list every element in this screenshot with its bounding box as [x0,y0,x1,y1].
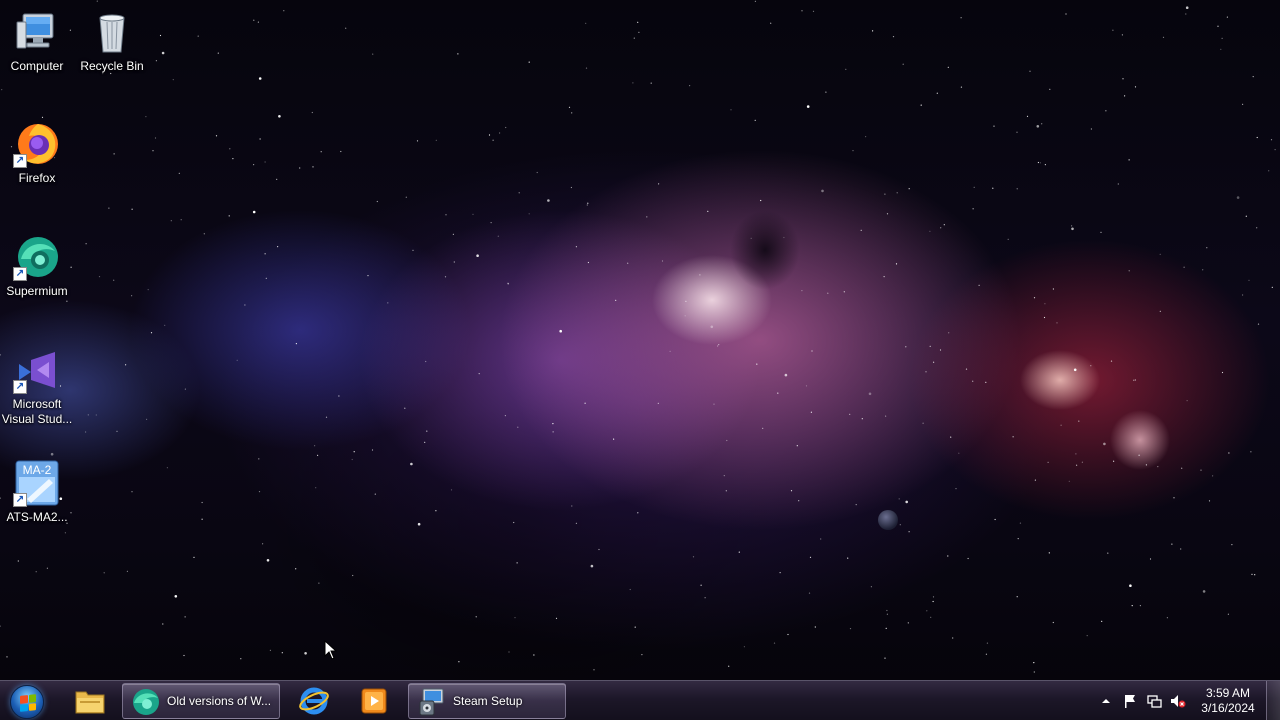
taskbar-clock[interactable]: 3:59 AM 3/16/2024 [1196,686,1260,716]
volume-muted-icon[interactable] [1170,693,1186,709]
taskbar-pin-internet-explorer[interactable] [286,683,342,719]
supermium-icon: ↗ [13,233,61,281]
shortcut-arrow-icon: ↗ [13,493,27,507]
desktop-icon-label-line1: Microsoft [12,397,62,411]
taskbar-task-old-versions[interactable]: Old versions of W... [122,683,280,719]
ats-ma2-icon: MA-2 ↗ [13,459,61,507]
desktop-icon-ats-ma2[interactable]: MA-2 ↗ ATS-MA2... [0,459,74,525]
taskbar-task-title: Old versions of W... [167,694,272,708]
shortcut-arrow-icon: ↗ [13,154,27,168]
desktop-icon-label: Supermium [6,284,68,298]
firefox-icon: ↗ [13,120,61,168]
desktop-icon-recycle-bin[interactable]: Recycle Bin [75,8,149,74]
desktop-wallpaper [0,0,1280,720]
desktop-icon-label: Computer [10,59,64,73]
network-icon[interactable] [1146,693,1162,709]
start-button[interactable] [4,683,48,719]
taskbar-task-steam-setup[interactable]: Steam Setup [408,683,566,719]
media-player-icon [358,686,390,716]
recycle-bin-icon [88,8,136,56]
taskbar-pin-media-player[interactable] [346,683,402,719]
shortcut-arrow-icon: ↗ [13,267,27,281]
desktop-icon-supermium[interactable]: ↗ Supermium [0,233,74,299]
wallpaper-dark-nebula [730,210,800,290]
internet-explorer-icon [298,686,330,716]
windows-start-orb-icon [10,685,44,719]
taskbar-pin-file-explorer[interactable] [62,683,118,719]
desktop-icon-firefox[interactable]: ↗ Firefox [0,120,74,186]
action-center-flag-icon[interactable] [1122,693,1138,709]
taskbar-task-title: Steam Setup [453,694,523,708]
taskbar: Old versions of W... Steam Setup 3:59 AM… [0,680,1280,720]
computer-icon [13,8,61,56]
desktop-icon-visual-studio[interactable]: ↗ Microsoft Visual Stud... [0,346,74,427]
shortcut-arrow-icon: ↗ [13,380,27,394]
starfield [0,0,1276,673]
folder-icon [74,686,106,716]
show-hidden-icons-chevron[interactable] [1098,693,1114,709]
visual-studio-icon: ↗ [13,346,61,394]
mouse-pointer-icon [324,640,338,660]
clock-date: 3/16/2024 [1201,701,1255,715]
desktop-icon-computer[interactable]: Computer [0,8,74,74]
steam-setup-icon [417,687,447,717]
ats-ma2-badge-text: MA-2 [23,463,52,477]
desktop-icon-label: ATS-MA2... [6,510,68,524]
notification-area: 3:59 AM 3/16/2024 [1096,681,1280,720]
desktop-icon-label: Recycle Bin [80,59,144,73]
supermium-icon [131,687,161,717]
clock-time: 3:59 AM [1205,686,1251,700]
desktop-icon-label-line2: Visual Stud... [1,412,73,426]
desktop-icon-label: Firefox [18,171,56,185]
show-desktop-button[interactable] [1266,681,1280,720]
wallpaper-planet [878,510,898,530]
